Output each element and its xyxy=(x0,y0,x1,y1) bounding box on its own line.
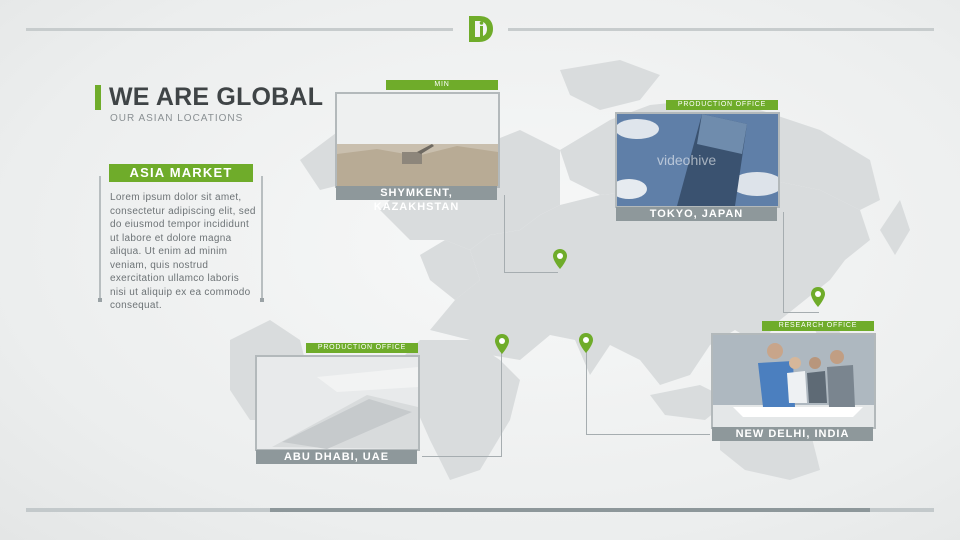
industrial-site-photo xyxy=(337,94,498,186)
team-meeting-photo xyxy=(713,335,874,427)
photo-watermark: videohive xyxy=(657,152,717,168)
location-photo-new-delhi[interactable] xyxy=(711,333,876,429)
location-tag: RESEARCH OFFICE xyxy=(762,321,874,331)
location-photo-tokyo[interactable]: videohive xyxy=(615,112,780,208)
location-tag: PRODUCTION OFFICE xyxy=(666,100,778,110)
location-photo-shymkent[interactable] xyxy=(335,92,500,188)
page-title: WE ARE GLOBAL xyxy=(109,83,324,111)
market-label: ASIA MARKET xyxy=(109,164,253,182)
logo-icon xyxy=(469,16,493,42)
location-tag: MIN xyxy=(386,80,498,90)
header-rule-left xyxy=(26,28,453,31)
bracket-dot xyxy=(98,298,102,302)
market-description: Lorem ipsum dolor sit amet, consectetur … xyxy=(110,192,256,311)
map-pin-icon[interactable] xyxy=(553,249,567,269)
connector-line xyxy=(504,272,558,273)
connector-line xyxy=(586,434,710,435)
connector-line xyxy=(783,312,819,313)
keyboard-photo xyxy=(257,357,418,449)
location-caption: NEW DELHI, INDIA xyxy=(712,427,873,441)
connector-line xyxy=(586,350,587,434)
location-caption: SHYMKENT, KAZAKHSTAN xyxy=(336,186,497,213)
connector-line xyxy=(501,350,502,456)
market-bracket-right xyxy=(261,176,263,300)
header-rule-right xyxy=(508,28,934,31)
connector-line xyxy=(783,212,784,312)
map-pin-icon[interactable] xyxy=(811,287,825,307)
map-pin-icon[interactable] xyxy=(579,333,593,353)
location-photo-abu-dhabi[interactable] xyxy=(255,355,420,451)
map-pin-icon[interactable] xyxy=(495,334,509,354)
location-caption: TOKYO, JAPAN xyxy=(616,207,777,221)
connector-line xyxy=(504,195,505,272)
connector-line xyxy=(422,456,502,457)
footer-progress xyxy=(270,508,870,512)
bracket-dot xyxy=(260,298,264,302)
page-subtitle: OUR ASIAN LOCATIONS xyxy=(110,113,244,124)
location-tag: PRODUCTION OFFICE xyxy=(306,343,418,353)
title-accent-bar xyxy=(95,85,101,110)
market-bracket-left xyxy=(99,176,101,300)
location-caption: ABU DHABI, UAE xyxy=(256,450,417,464)
